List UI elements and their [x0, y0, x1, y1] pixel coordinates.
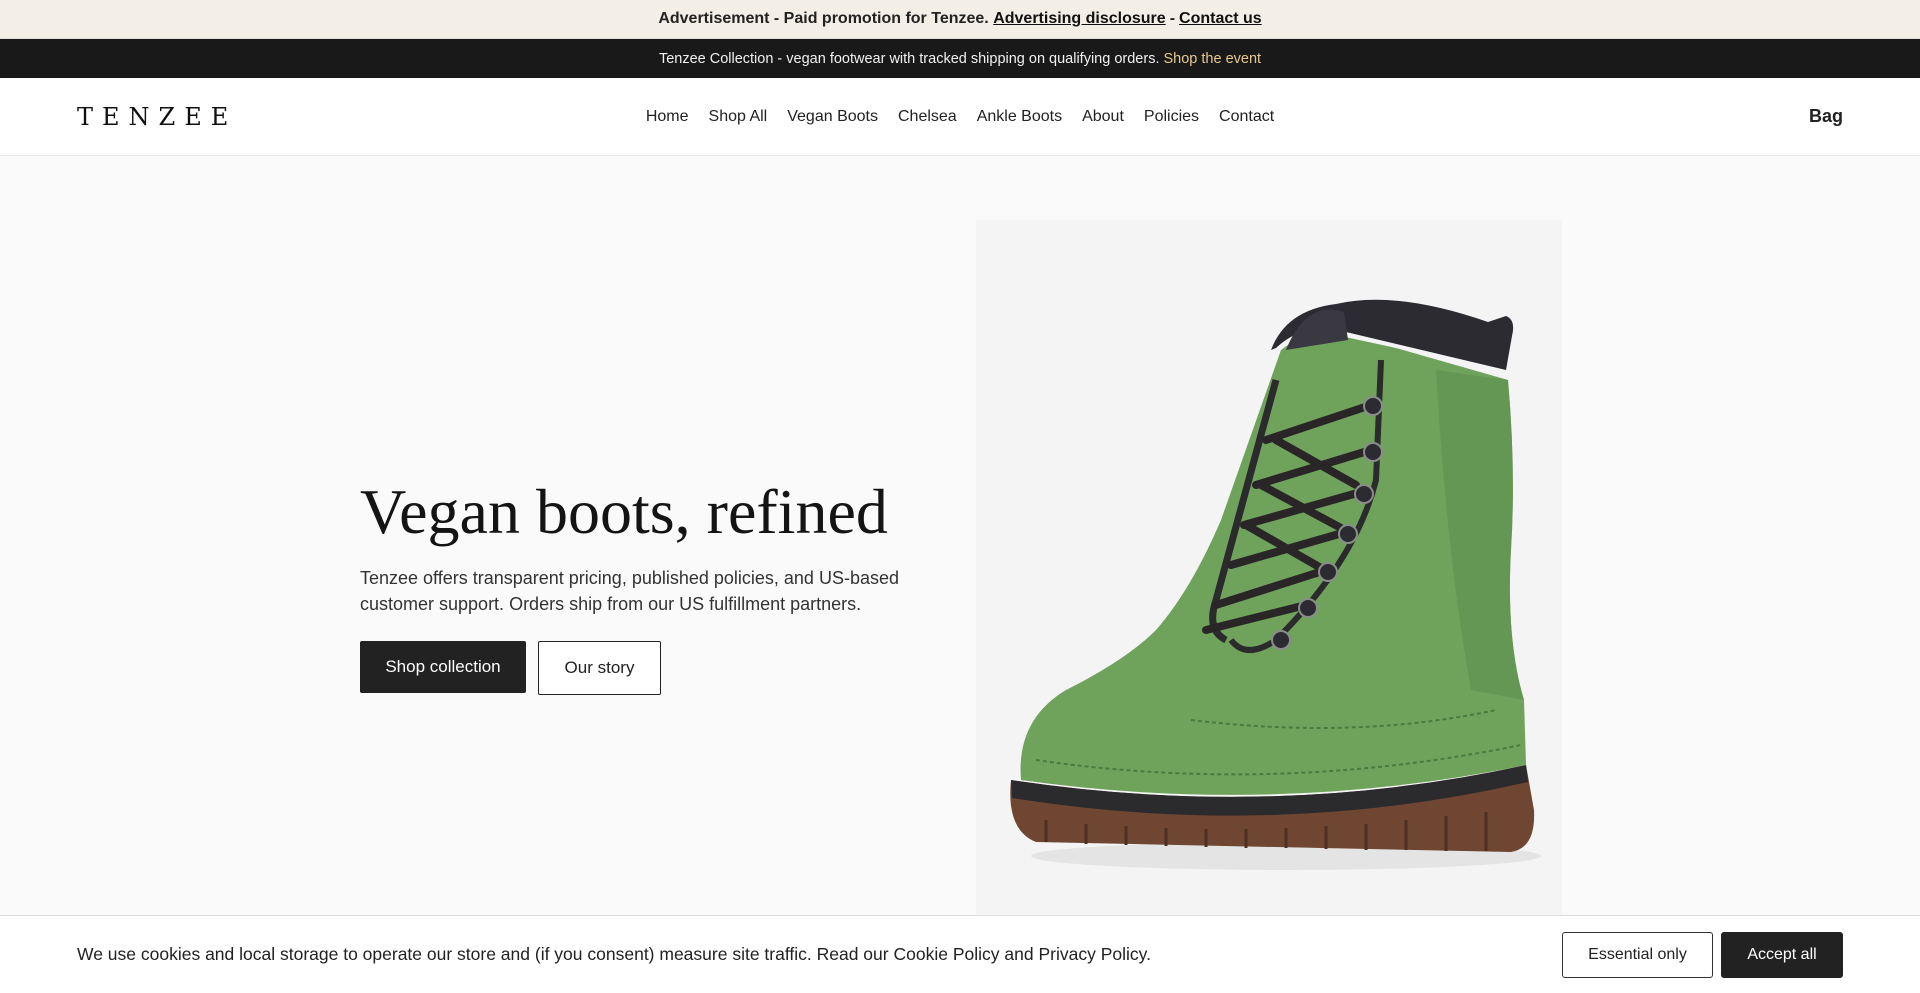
cookie-text-period: . [1146, 944, 1151, 964]
essential-only-button[interactable]: Essential only [1562, 931, 1713, 978]
bag-link[interactable]: Bag [1809, 106, 1843, 127]
cookie-consent-text: We use cookies and local storage to oper… [77, 944, 1562, 965]
promo-text: Tenzee Collection - vegan footwear with … [658, 50, 1160, 67]
cookie-policy-link[interactable]: Cookie Policy [893, 944, 999, 964]
nav-contact[interactable]: Contact [1219, 108, 1274, 126]
main-nav: Home Shop All Vegan Boots Chelsea Ankle … [646, 108, 1274, 126]
site-header: TENZEE Home Shop All Vegan Boots Chelsea… [0, 78, 1920, 156]
boot-illustration [1010, 299, 1541, 870]
nav-about[interactable]: About [1082, 108, 1124, 126]
site-logo[interactable]: TENZEE [77, 103, 237, 131]
nav-home[interactable]: Home [646, 108, 689, 126]
accept-all-button[interactable]: Accept all [1721, 931, 1843, 978]
advertisement-bar: Advertisement - Paid promotion for Tenze… [0, 0, 1920, 39]
ad-disclosure-text: Advertisement - Paid promotion for Tenze… [658, 10, 989, 27]
shop-the-event-link[interactable]: Shop the event [1163, 51, 1261, 67]
hero-subtitle: Tenzee offers transparent pricing, publi… [360, 568, 899, 615]
promo-bar: Tenzee Collection - vegan footwear with … [0, 39, 1920, 78]
cookie-consent-bar: We use cookies and local storage to oper… [0, 915, 1920, 993]
our-story-button[interactable]: Our story [538, 641, 661, 696]
cookie-text-and: and [1004, 944, 1034, 964]
hero-section: Vegan boots, refined Tenzee offers trans… [0, 156, 1920, 920]
hero-buttons: Shop collection Our story [360, 641, 900, 696]
nav-ankle-boots[interactable]: Ankle Boots [977, 108, 1062, 126]
nav-chelsea[interactable]: Chelsea [898, 108, 957, 126]
shop-collection-button[interactable]: Shop collection [360, 641, 526, 694]
nav-policies[interactable]: Policies [1144, 108, 1199, 126]
cookie-buttons: Essential only Accept all [1562, 931, 1843, 978]
ad-separator: - [1169, 10, 1176, 27]
nav-shop-all[interactable]: Shop All [709, 108, 768, 126]
hero-text-block: Vegan boots, refined Tenzee offers trans… [360, 476, 900, 696]
contact-us-link[interactable]: Contact us [1179, 10, 1262, 28]
privacy-policy-link[interactable]: Privacy Policy [1038, 944, 1146, 964]
advertising-disclosure-link[interactable]: Advertising disclosure [993, 10, 1166, 28]
hero-boot-image [976, 220, 1562, 920]
hero-title: Vegan boots, refined [360, 476, 888, 547]
nav-vegan-boots[interactable]: Vegan Boots [787, 108, 878, 126]
cookie-text-main: We use cookies and local storage to oper… [77, 944, 889, 964]
